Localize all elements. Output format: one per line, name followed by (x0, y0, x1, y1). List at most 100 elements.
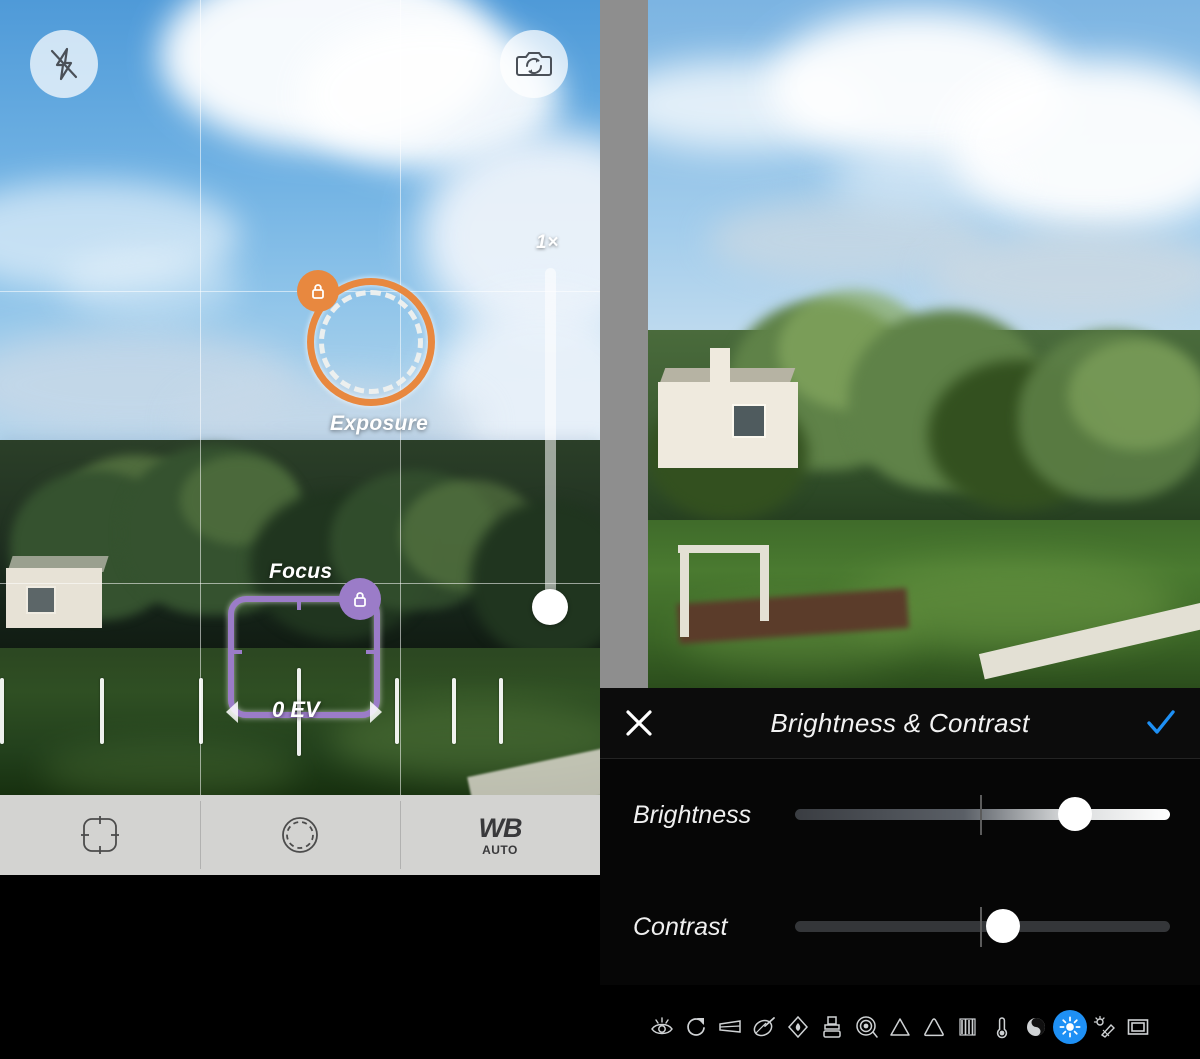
brightness-slider-handle[interactable] (1058, 797, 1092, 831)
levels-icon (959, 1018, 976, 1036)
editor-tool-strip (600, 995, 1200, 1059)
brush-icon (753, 1017, 775, 1037)
house (658, 382, 798, 468)
tool-sharpen[interactable] (883, 1007, 917, 1047)
ev-tick (0, 678, 4, 744)
triangle-icon (890, 1018, 910, 1036)
tool-spiral[interactable] (849, 1007, 883, 1047)
focus-square-icon (81, 816, 119, 854)
droplet-icon (787, 1015, 809, 1039)
white-balance-button[interactable]: WB AUTO (400, 795, 600, 875)
tool-rotate[interactable] (679, 1007, 713, 1047)
sun-icon (1059, 1016, 1081, 1038)
triangle-soft-icon (924, 1018, 944, 1037)
flash-toggle-button[interactable] (30, 30, 98, 98)
house-window (26, 586, 56, 614)
tool-temperature[interactable] (985, 1007, 1019, 1047)
sun-cloud-icon (1093, 1015, 1115, 1038)
tool-droplet[interactable] (781, 1007, 815, 1047)
exposure-lock-badge[interactable] (297, 270, 339, 312)
lock-icon (312, 284, 324, 299)
contrast-circle-icon (1027, 1018, 1045, 1036)
ev-tick (452, 678, 456, 744)
editor-panel: Brightness & Contrast Brightness Contras… (600, 0, 1200, 1059)
grid-line-vertical (200, 0, 201, 795)
fence-post (760, 545, 769, 621)
wb-icon: WB AUTO (478, 812, 523, 857)
wb-sublabel: AUTO (482, 842, 518, 857)
spiral-icon (856, 1016, 878, 1038)
exposure-label: Exposure (330, 412, 429, 435)
ev-arrow-right[interactable] (370, 701, 382, 723)
photo-preview[interactable] (648, 0, 1200, 688)
contrast-label: Contrast (633, 913, 728, 941)
flash-off-icon (50, 47, 78, 81)
brightness-slider-track[interactable] (795, 809, 1170, 820)
tool-perspective[interactable] (713, 1007, 747, 1047)
contrast-slider-handle[interactable] (986, 909, 1020, 943)
focus-tick-top (297, 596, 301, 610)
slider-row-contrast: Contrast (600, 897, 1200, 957)
exposure-control[interactable] (297, 270, 435, 406)
slider-row-brightness: Brightness (600, 785, 1200, 845)
camera-viewfinder[interactable]: 1× Exposure Focus 0 EV (0, 0, 600, 795)
check-icon (1147, 710, 1175, 734)
cloud (60, 250, 240, 320)
focus-lock-badge[interactable] (339, 578, 381, 620)
slider-section: Brightness Contrast (600, 759, 1200, 985)
zoom-slider-track[interactable] (545, 268, 556, 613)
cloud (828, 150, 1028, 210)
ev-tick (499, 678, 503, 744)
ev-arrow-left[interactable] (226, 701, 238, 723)
tool-levels[interactable] (951, 1007, 985, 1047)
contrast-slider-track[interactable] (795, 921, 1170, 932)
tool-brightness[interactable] (1053, 1010, 1087, 1044)
camera-options-bar: WB AUTO (0, 795, 600, 875)
wb-label: WB (478, 812, 523, 843)
exposure-ring-dashes (319, 290, 423, 394)
eye-icon (651, 1017, 673, 1035)
ev-value-label: 0 EV (272, 697, 320, 722)
perspective-icon (719, 1020, 741, 1033)
tool-highlights[interactable] (1087, 1007, 1121, 1047)
brightness-label: Brightness (633, 801, 752, 829)
close-x-icon (626, 710, 652, 736)
tree (1068, 340, 1200, 450)
exposure-circle-icon (282, 817, 318, 853)
app-root: 1× Exposure Focus 0 EV WB AUTO Brightnes… (0, 0, 1200, 1059)
rotate-icon (687, 1018, 705, 1036)
focus-mode-button[interactable] (0, 795, 200, 875)
tool-stamp[interactable] (815, 1007, 849, 1047)
camera-shutter-bar (0, 875, 600, 1059)
tool-red-eye[interactable] (645, 1007, 679, 1047)
stamp-icon (823, 1016, 841, 1038)
chimney (710, 348, 730, 394)
house-window (732, 404, 766, 438)
fence-rail (678, 545, 768, 553)
fence-post (680, 545, 689, 637)
confirm-button[interactable] (1122, 706, 1200, 740)
focus-tick-left (228, 650, 242, 654)
camera-panel: 1× Exposure Focus 0 EV WB AUTO (0, 0, 600, 1059)
camera-switch-button[interactable] (500, 30, 568, 98)
thermometer-icon (996, 1017, 1008, 1039)
tool-clarity[interactable] (917, 1007, 951, 1047)
tool-frame[interactable] (1121, 1007, 1155, 1047)
zoom-level-label: 1× (536, 232, 559, 253)
brightness-center-tick (980, 795, 982, 835)
contrast-center-tick (980, 907, 982, 947)
lock-icon (354, 592, 366, 607)
lawn-highlight (40, 740, 300, 795)
exposure-mode-button[interactable] (200, 795, 400, 875)
frame-icon (1127, 1019, 1149, 1035)
tool-tone[interactable] (1019, 1007, 1053, 1047)
editor-title: Brightness & Contrast (770, 707, 1030, 738)
tool-brush[interactable] (747, 1007, 781, 1047)
ev-tick (199, 678, 203, 744)
close-button[interactable] (600, 706, 678, 740)
focus-tick-right (366, 650, 380, 654)
zoom-slider-handle[interactable] (532, 589, 568, 625)
ev-tick (395, 678, 399, 744)
focus-label: Focus (269, 560, 333, 583)
letterbox-left (600, 0, 648, 688)
